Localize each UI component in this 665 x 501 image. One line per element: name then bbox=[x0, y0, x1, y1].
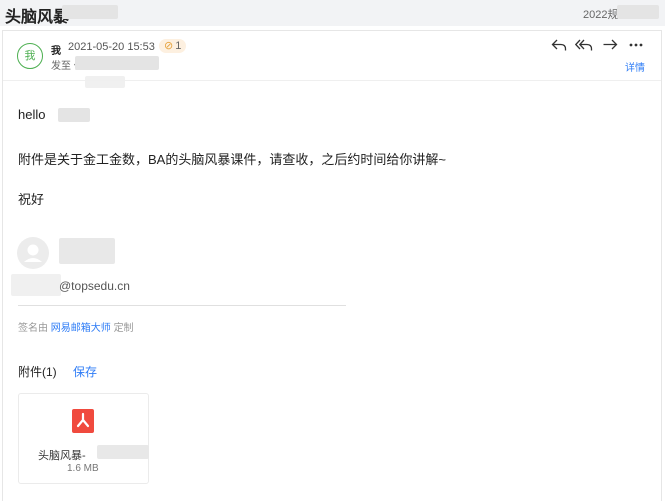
attachment-count: 1 bbox=[175, 40, 182, 52]
send-time: 2021-05-20 15:53 bbox=[68, 41, 155, 53]
reply-all-icon[interactable] bbox=[574, 35, 594, 55]
pdf-icon bbox=[72, 409, 94, 433]
mail-subject: 头脑风暴 bbox=[5, 9, 70, 26]
signature-avatar bbox=[17, 237, 49, 269]
attachment-size: 1.6 MB bbox=[67, 463, 99, 474]
attachment-card[interactable]: 头脑风暴- 1.6 MB bbox=[18, 393, 149, 484]
sender-name[interactable]: 我 bbox=[51, 42, 61, 57]
attachments-title: 附件(1) bbox=[18, 365, 57, 379]
attachment-badge[interactable]: ⊘ 1 bbox=[159, 39, 187, 53]
redacted-subject bbox=[62, 5, 118, 19]
redacted-signature-name bbox=[59, 238, 115, 264]
redacted-recipient-name bbox=[58, 108, 90, 122]
sender-avatar[interactable]: 我 bbox=[17, 43, 43, 69]
greeting-text: hello bbox=[18, 107, 46, 122]
body-line: 附件是关于金工金数，BA的头脑风暴课件，请查收，之后约时间给你讲解~ bbox=[18, 152, 446, 167]
closing-text: 祝好 bbox=[18, 192, 45, 207]
redacted-attachment-name bbox=[97, 445, 149, 459]
reply-icon[interactable] bbox=[549, 35, 569, 55]
redacted-email-user bbox=[11, 274, 61, 296]
attachment-name: 头脑风暴- bbox=[38, 450, 86, 462]
redacted-recipients bbox=[75, 56, 159, 70]
save-attachments-button[interactable]: 保存 bbox=[73, 363, 97, 380]
details-link[interactable]: 详情 bbox=[625, 59, 645, 74]
signature-divider bbox=[18, 305, 346, 306]
redacted-date bbox=[617, 5, 659, 19]
signature-email: @topsedu.cn bbox=[59, 279, 130, 293]
mail-master-link[interactable]: 网易邮箱大师 bbox=[51, 323, 111, 334]
subject-date: 2022规 bbox=[583, 9, 619, 21]
forward-icon[interactable] bbox=[600, 35, 620, 55]
more-icon[interactable] bbox=[626, 35, 646, 55]
signature-footer: 签名由 网易邮箱大师 定制 bbox=[18, 323, 134, 334]
subject-bar: 头脑风暴 2022规 bbox=[0, 0, 665, 26]
redacted-recipients-extra bbox=[85, 76, 125, 88]
header-divider bbox=[3, 80, 661, 81]
mail-card: 我 我 2021-05-20 15:53 ⊘1 发至 仆 详情 hello 附件… bbox=[2, 30, 662, 501]
paperclip-icon: ⊘ bbox=[164, 40, 174, 52]
